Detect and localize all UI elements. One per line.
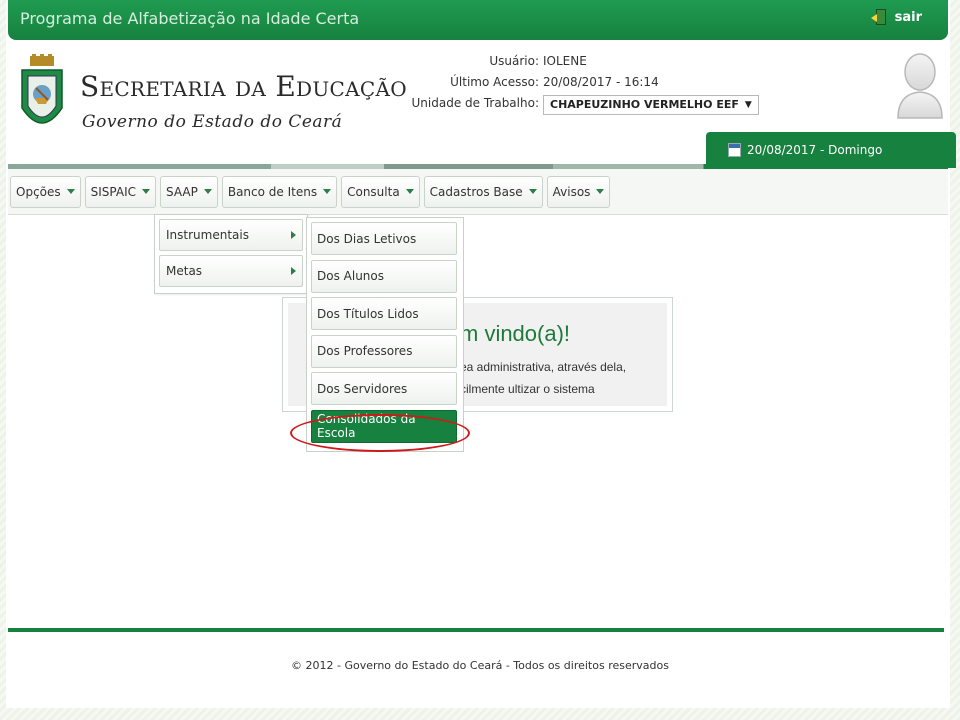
user-info: Usuário: IOLENE Último Acesso: 20/08/201… [388, 50, 759, 115]
footer-divider [8, 628, 944, 632]
menu-item-label: Opções [16, 184, 61, 199]
saap-dropdown: Instrumentais Metas [154, 214, 308, 294]
exit-door-icon [870, 9, 887, 25]
caret-down-icon [405, 189, 414, 194]
submenu-dos-alunos[interactable]: Dos Alunos [311, 259, 457, 293]
menu-avisos[interactable]: Avisos [546, 175, 611, 208]
menu-consulta[interactable]: Consulta [341, 175, 420, 208]
menu-sispaic[interactable]: SISPAIC [84, 175, 157, 208]
submenu-instrumentais[interactable]: Instrumentais [159, 219, 303, 251]
footer-copyright: © 2012 - Governo do Estado do Ceará - To… [291, 659, 669, 672]
menu-item-label: Banco de Itens [227, 184, 318, 199]
date-text: 20/08/2017 - Domingo [747, 143, 883, 157]
logout-button[interactable]: sair [870, 9, 922, 25]
menu-item-label: SISPAIC [90, 184, 137, 199]
chevron-down-icon: ▼ [744, 99, 752, 110]
caret-down-icon [66, 189, 75, 194]
submenu-dos-dias-letivos[interactable]: Dos Dias Letivos [311, 222, 457, 255]
chevron-right-icon [291, 231, 296, 239]
submenu-metas[interactable]: Metas [159, 255, 303, 287]
header: Secretaria da Educação Governo do Estado… [8, 40, 956, 170]
caret-down-icon [203, 189, 212, 194]
date-tab: 20/08/2017 - Domingo [706, 132, 956, 168]
calendar-icon [728, 143, 741, 157]
page-background: Programa de Alfabetização na Idade Certa… [0, 0, 960, 720]
submenu-label: Dos Professores [317, 344, 413, 359]
submenu-label: Dos Alunos [317, 269, 384, 284]
submenu-label: Dos Servidores [317, 381, 408, 396]
brand-title: Secretaria da Educação [80, 70, 407, 103]
submenu-label: Instrumentais [166, 228, 249, 242]
submenu-dos-servidores[interactable]: Dos Servidores [311, 372, 457, 406]
menu-saap[interactable]: SAAP [160, 175, 218, 208]
user-label: Usuário: [489, 53, 539, 68]
chevron-right-icon [291, 267, 296, 275]
menu-item-label: Avisos [552, 184, 591, 199]
instrumentais-dropdown: Dos Dias Letivos Dos Alunos Dos Títulos … [306, 217, 464, 452]
user-value: IOLENE [543, 53, 587, 68]
ceara-coat-of-arms-icon [21, 54, 63, 124]
welcome-text-line2: cilmente ultizar o sistema [460, 382, 595, 396]
submenu-label: Dos Dias Letivos [317, 231, 417, 246]
top-bar: Programa de Alfabetização na Idade Certa… [8, 0, 948, 40]
unit-select[interactable]: CHAPEUZINHO VERMELHO EEF ▼ [543, 94, 759, 115]
unit-select-value: CHAPEUZINHO VERMELHO EEF [550, 98, 739, 111]
caret-down-icon [596, 189, 605, 194]
menu-opcoes[interactable]: Opções [10, 175, 81, 208]
last-access-value: 20/08/2017 - 16:14 [543, 74, 659, 89]
brand-subtitle: Governo do Estado do Ceará [82, 112, 343, 132]
caret-down-icon [142, 189, 151, 194]
submenu-label: Dos Títulos Lidos [317, 306, 419, 321]
submenu-dos-titulos-lidos[interactable]: Dos Títulos Lidos [311, 297, 457, 331]
submenu-label: Metas [166, 264, 203, 278]
user-avatar-icon [897, 53, 943, 119]
submenu-dos-professores[interactable]: Dos Professores [311, 334, 457, 368]
welcome-title: m vindo(a)! [460, 321, 571, 346]
caret-down-icon [323, 189, 332, 194]
menu-item-label: Consulta [347, 184, 400, 199]
caret-down-icon [528, 189, 537, 194]
submenu-consolidados-da-escola[interactable]: Consolidados da Escola [311, 409, 457, 443]
menu-item-label: Cadastros Base [429, 184, 523, 199]
logout-label: sair [894, 9, 922, 25]
app-title: Programa de Alfabetização na Idade Certa [20, 9, 360, 28]
last-access-label: Último Acesso: [450, 74, 539, 89]
main-menu-bar: Opções SISPAIC SAAP Banco de Itens Consu… [8, 169, 948, 215]
menu-cadastros-base[interactable]: Cadastros Base [423, 175, 543, 208]
menu-banco-de-itens[interactable]: Banco de Itens [221, 175, 338, 208]
welcome-text-line1: ea administrativa, através dela, [460, 360, 627, 374]
menu-item-label: SAAP [166, 184, 198, 199]
unit-label: Unidade de Trabalho: [411, 95, 539, 110]
submenu-label: Consolidados da Escola [317, 412, 416, 441]
